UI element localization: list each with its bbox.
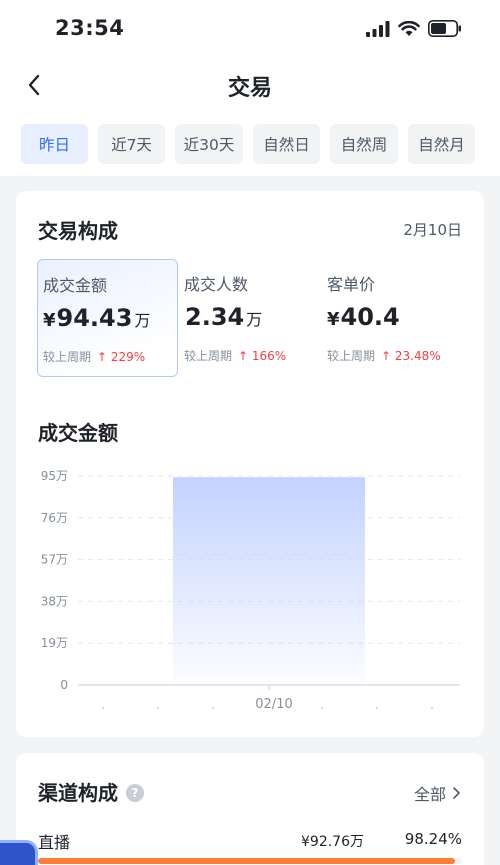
amount-chart: 0 19万 38万 57万 76万 95万 02/10 <box>41 469 460 712</box>
composition-date: 2月10日 <box>403 221 462 239</box>
composition-title: 交易构成 <box>38 219 118 243</box>
x-tick-label: 02/10 <box>255 697 292 712</box>
channel-percent: 98.24% <box>404 830 462 848</box>
metric-label: 成交金额 <box>43 276 108 295</box>
status-icons <box>366 20 462 37</box>
tab-last-7-days[interactable]: 近7天 <box>98 124 165 164</box>
y-tick-label: 38万 <box>41 594 68 608</box>
floating-assistant-button[interactable] <box>0 840 38 865</box>
x-axis-dot <box>212 707 214 709</box>
metric-label: 客单价 <box>327 275 376 294</box>
channel-name: 直播 <box>38 833 71 852</box>
y-tick-label: 76万 <box>41 511 68 525</box>
page-title: 交易 <box>227 76 272 101</box>
x-axis-dot <box>157 707 159 709</box>
nav-bar: 交易 <box>0 58 500 114</box>
metric-value: ¥94.43 万 <box>43 304 151 332</box>
cellular-signal-icon <box>366 20 390 37</box>
view-all-link[interactable]: 全部 <box>414 781 462 805</box>
amount-chart-title: 成交金额 <box>38 421 118 445</box>
channel-share-fill <box>38 858 455 864</box>
y-tick-label: 19万 <box>41 636 68 650</box>
tab-last-30-days[interactable]: 近30天 <box>175 124 243 164</box>
metric-avg-price[interactable]: 客单价 ¥40.4 较上周期 ↑ 23.48% <box>322 259 463 377</box>
y-tick-label: 0 <box>60 678 68 692</box>
x-axis-dot <box>431 707 433 709</box>
metric-gmv[interactable]: 成交金额 ¥94.43 万 较上周期 ↑ 229% <box>37 259 178 377</box>
x-axis-dot <box>376 707 378 709</box>
transaction-composition-card: 交易构成 2月10日 成交金额 ¥94.43 万 较上周期 ↑ 229% 成交人数 … <box>16 191 484 737</box>
period-tabs: 昨日 近7天 近30天 自然日 自然周 自然月 <box>0 114 500 176</box>
metric-value: ¥40.4 <box>327 303 400 331</box>
change-up: ↑ 229% <box>97 350 146 364</box>
metric-compare: 较上周期 ↑ 229% <box>43 350 146 364</box>
metric-compare: 较上周期 ↑ 166% <box>184 349 287 363</box>
help-icon[interactable]: ? <box>126 784 144 802</box>
metric-label: 成交人数 <box>184 275 249 294</box>
channel-title-row: 渠道构成? <box>38 777 144 806</box>
channel-share-bar <box>38 858 462 864</box>
channel-composition-card: 渠道构成? 全部 直播 ¥92.76万 98.24% <box>16 753 484 865</box>
chevron-right-icon <box>453 787 460 799</box>
tab-natural-day[interactable]: 自然日 <box>253 124 320 164</box>
metric-buyers[interactable]: 成交人数 2.34 万 较上周期 ↑ 166% <box>179 259 320 377</box>
x-axis-dot <box>102 707 104 709</box>
channel-title: 渠道构成 <box>38 781 118 805</box>
channel-amount: ¥92.76万 <box>301 834 364 850</box>
tab-natural-month[interactable]: 自然月 <box>408 124 475 164</box>
status-time: 23:54 <box>55 16 125 40</box>
metric-value: 2.34 万 <box>185 303 263 331</box>
y-tick-label: 57万 <box>41 553 68 567</box>
metric-compare: 较上周期 ↑ 23.48% <box>327 349 441 363</box>
bar[interactable] <box>173 477 365 685</box>
change-up: ↑ 166% <box>238 349 287 363</box>
status-bar: 23:54 <box>0 0 500 58</box>
x-axis-dot <box>321 707 323 709</box>
wifi-icon <box>398 20 420 36</box>
change-up: ↑ 23.48% <box>381 349 441 363</box>
y-tick-label: 95万 <box>41 469 68 483</box>
tab-natural-week[interactable]: 自然周 <box>330 124 398 164</box>
battery-icon <box>428 20 461 37</box>
tab-yesterday[interactable]: 昨日 <box>21 124 88 164</box>
